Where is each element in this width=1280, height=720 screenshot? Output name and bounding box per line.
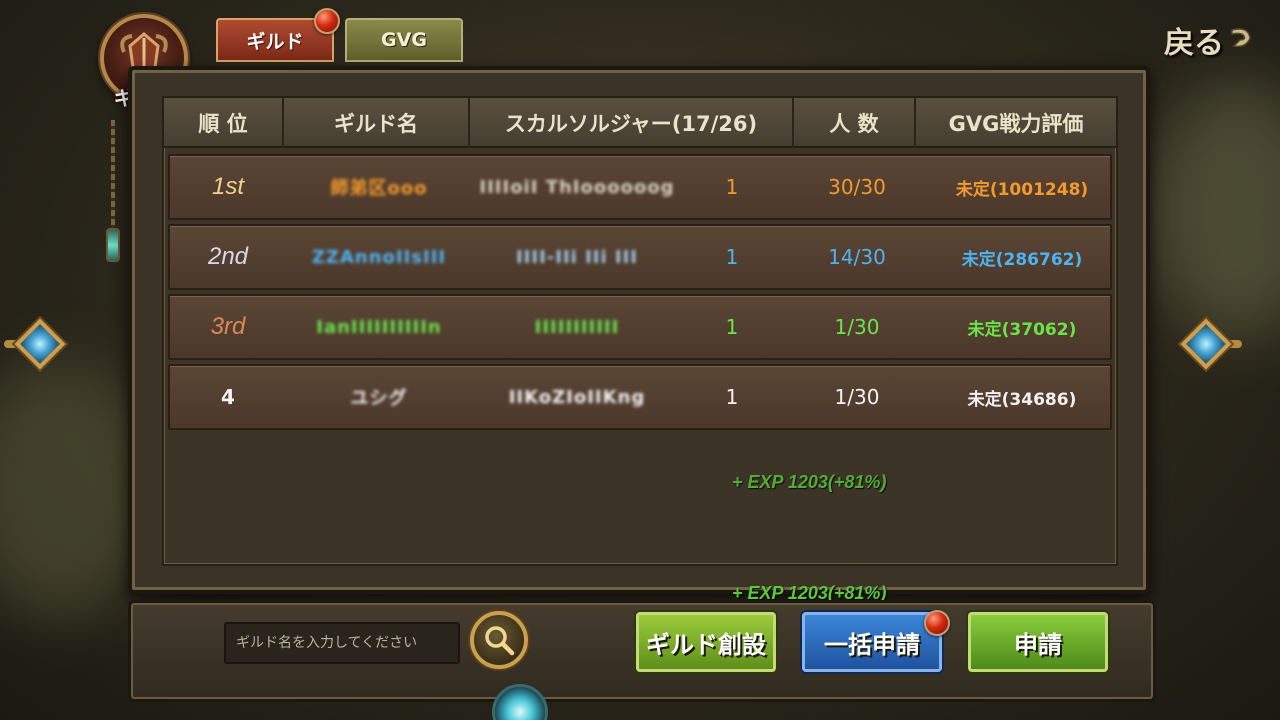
rank-cell: 3rd [210, 313, 246, 340]
background-foliage-right [1150, 80, 1280, 340]
gvg-power-cell: 未定(34686) [967, 389, 1077, 410]
table-header: 順 位 ギルド名 スカルソルジャー(17/26) 人 数 GVG戦力評価 [164, 98, 1116, 148]
table-row[interactable]: 4 ユシグ IIKoZIoIIKng 1 1/30 未定(34686) [168, 364, 1112, 430]
search-button[interactable] [470, 611, 528, 669]
notification-dot-icon [314, 8, 340, 34]
gvg-power-cell: 未定(37062) [967, 319, 1077, 340]
header-members: 人 数 [794, 98, 916, 148]
master-cell: IIIIIIIIIII [534, 316, 620, 338]
table-row[interactable]: 1st 師弟区ooo IIIIoiI ThIoooooog 1 30/30 未定… [168, 154, 1112, 220]
members-cell: 14/30 [828, 245, 886, 269]
bulk-apply-label: 一括申請 [824, 630, 920, 659]
master-cell: IIKoZIoIIKng [508, 386, 646, 408]
members-cell: 1/30 [834, 315, 880, 339]
master-cell: IIIIoiI ThIoooooog [479, 176, 675, 198]
create-guild-button[interactable]: ギルド創設 [636, 612, 776, 672]
right-nav-diamond-icon[interactable] [1170, 308, 1242, 380]
guild-name-cell: IanIIIIIIIIIIn [316, 316, 442, 338]
level-cell: 1 [725, 385, 739, 409]
guild-name-cell: 師弟区ooo [330, 178, 428, 199]
left-nav-diamond-icon[interactable] [4, 308, 74, 380]
exp-popup: + EXP 1203(+81%) [732, 472, 887, 492]
bulk-apply-button[interactable]: 一括申請 [802, 612, 942, 672]
tab-gvg-label: GVG [381, 29, 427, 51]
members-cell: 1/30 [834, 385, 880, 409]
guild-name-cell: ZZAnnoIIsIII [311, 246, 447, 268]
master-cell: IIII-IIi IIi III [515, 246, 638, 268]
chain-decoration [111, 120, 115, 240]
gvg-power-cell: 未定(286762) [961, 249, 1083, 270]
header-rank: 順 位 [164, 98, 284, 148]
notification-dot-icon [924, 610, 950, 636]
rank-cell: 4 [221, 385, 235, 409]
guild-name-cell: ユシグ [350, 388, 408, 409]
create-guild-label: ギルド創設 [646, 630, 766, 659]
back-button-label: 戻る [1164, 26, 1224, 61]
rank-cell: 1st [211, 173, 244, 200]
members-cell: 30/30 [828, 175, 886, 199]
back-button[interactable]: 戻る [1164, 18, 1256, 62]
rank-cell: 2nd [207, 243, 249, 270]
header-guild-name: ギルド名 [284, 98, 470, 148]
tab-gvg[interactable]: GVG [345, 18, 463, 62]
table-row[interactable]: 2nd ZZAnnoIIsIII IIII-IIi IIi III 1 14/3… [168, 224, 1112, 290]
gvg-power-cell: 未定(1001248) [955, 179, 1089, 200]
level-cell: 1 [725, 175, 739, 199]
apply-label: 申請 [1014, 630, 1062, 659]
level-cell: 1 [725, 315, 739, 339]
guild-search-input[interactable] [224, 622, 460, 664]
magnifier-icon [485, 626, 515, 656]
header-gvg-power: GVG戦力評価 [948, 112, 1084, 136]
level-cell: 1 [725, 245, 739, 269]
apply-button[interactable]: 申請 [968, 612, 1108, 672]
back-arrow-icon [1226, 22, 1256, 59]
header-master: スカルソルジャー(17/26) [470, 98, 794, 148]
lantern-decoration [106, 228, 120, 262]
table-row[interactable]: 3rd IanIIIIIIIIIIn IIIIIIIIIII 1 1/30 未定… [168, 294, 1112, 360]
tab-guild-label: ギルド [246, 30, 304, 53]
